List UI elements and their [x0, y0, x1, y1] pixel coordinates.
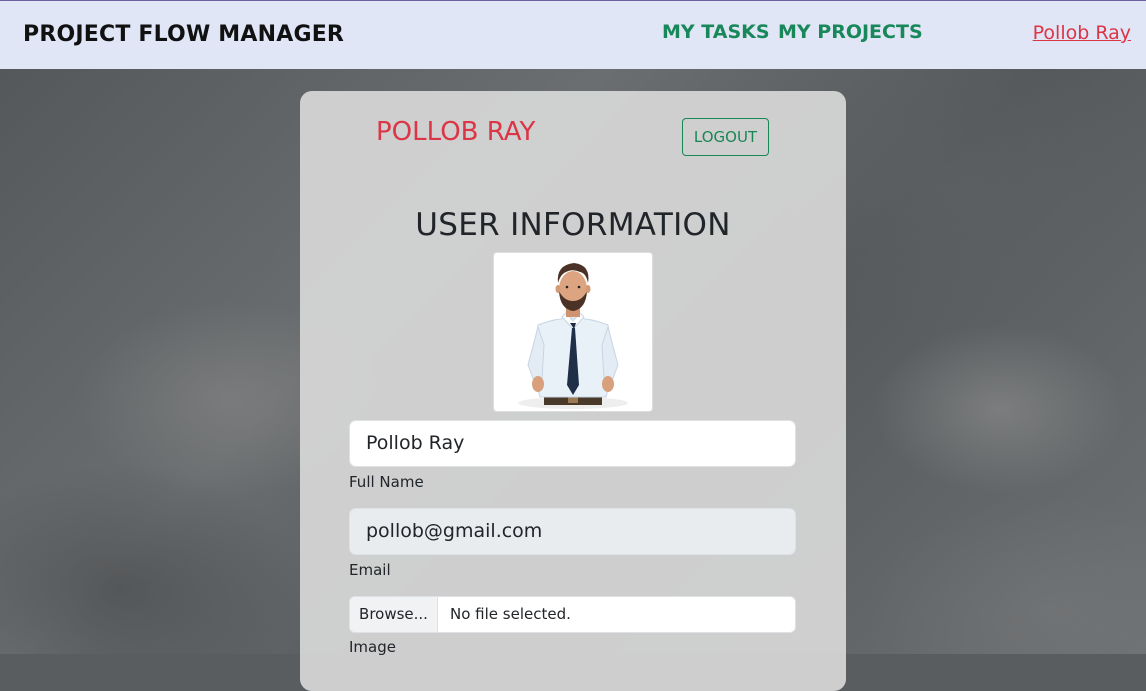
- nav-link-my-projects[interactable]: MY PROJECTS: [778, 21, 923, 43]
- full-name-label: Full Name: [349, 473, 424, 491]
- top-navbar: PROJECT FLOW MANAGER MY TASKS MY PROJECT…: [0, 0, 1146, 69]
- browse-button[interactable]: Browse...: [350, 597, 438, 632]
- file-status-text: No file selected.: [450, 605, 571, 623]
- image-label: Image: [349, 638, 396, 656]
- logout-button[interactable]: LOGOUT: [682, 118, 769, 156]
- full-name-input[interactable]: Pollob Ray: [349, 420, 796, 467]
- user-profile-card: POLLOB RAY LOGOUT USER INFORMATION Pollo…: [300, 91, 846, 691]
- profile-username: POLLOB RAY: [376, 117, 536, 147]
- nav-link-my-tasks[interactable]: MY TASKS: [662, 21, 770, 43]
- avatar: [493, 252, 653, 412]
- section-title: USER INFORMATION: [415, 207, 731, 243]
- avatar-illustration: [494, 253, 652, 411]
- app-brand: PROJECT FLOW MANAGER: [23, 22, 345, 47]
- email-input[interactable]: pollob@gmail.com: [349, 508, 796, 555]
- nav-user-link[interactable]: Pollob Ray: [1033, 22, 1131, 44]
- image-file-input[interactable]: Browse... No file selected.: [349, 596, 796, 633]
- email-label: Email: [349, 561, 391, 579]
